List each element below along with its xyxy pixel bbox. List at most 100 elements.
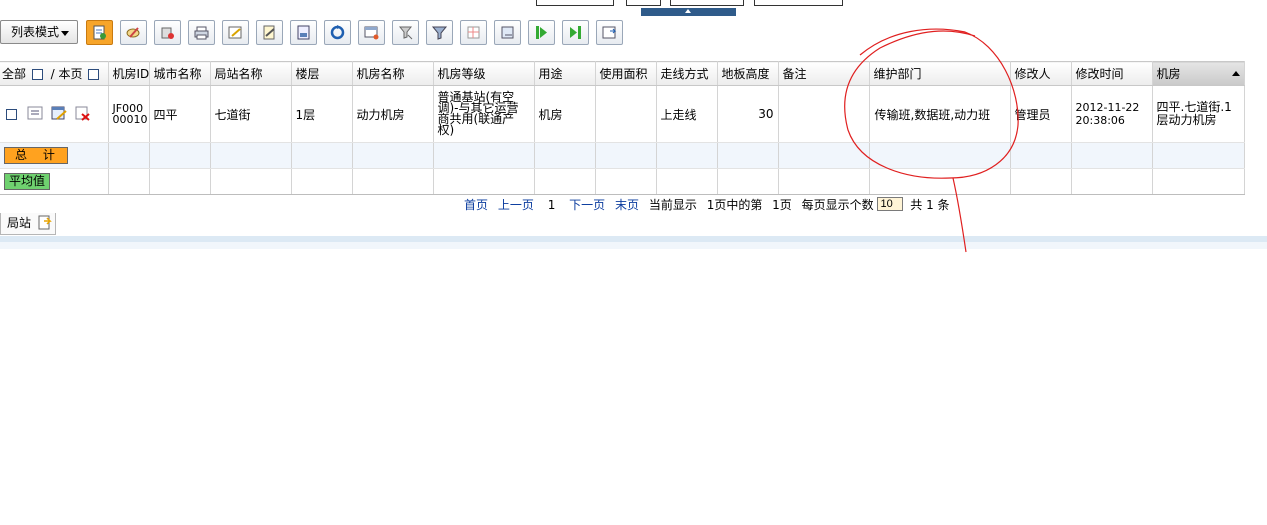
pager-next-link[interactable]: 下一页 [569, 198, 605, 212]
top-tab-3[interactable] [670, 0, 744, 6]
delete-button[interactable] [154, 20, 181, 45]
summary-cell [595, 142, 657, 169]
column-button[interactable] [460, 20, 487, 45]
delete-row-icon[interactable] [74, 105, 91, 124]
data-grid: 全部 / 本页 机房ID 城市名称 局站名称 楼层 机房名称 机房等级 用途 使… [0, 61, 1245, 195]
summary-cell [433, 142, 535, 169]
col-header-modified-time[interactable]: 修改时间 [1071, 61, 1153, 86]
import-button[interactable] [256, 20, 283, 45]
filter-button[interactable] [426, 20, 453, 45]
average-cell [291, 168, 353, 195]
toolbar: 列表模式 [0, 19, 640, 47]
delete-icon [161, 27, 174, 39]
select-all-checkbox[interactable] [31, 69, 43, 80]
summary-cell [108, 142, 150, 169]
import-icon [263, 25, 275, 40]
average-cell [869, 168, 1011, 195]
summary-cell [149, 142, 211, 169]
cell-modifier: 管理员 [1010, 85, 1072, 143]
next-button[interactable] [528, 20, 555, 45]
col-header-remark[interactable]: 备注 [778, 61, 870, 86]
col-header-station[interactable]: 局站名称 [210, 61, 292, 86]
cell-room: 四平.七道街.1层动力机房 [1152, 85, 1245, 143]
edit-button[interactable] [120, 20, 147, 45]
top-tab-1[interactable] [536, 0, 614, 6]
edit-icon [126, 27, 140, 38]
last-button[interactable] [562, 20, 589, 45]
col-header-floor[interactable]: 楼层 [291, 61, 353, 86]
col-header-usage[interactable]: 用途 [534, 61, 596, 86]
new-button[interactable] [86, 20, 113, 45]
filter-icon [431, 26, 448, 40]
col-header-room[interactable]: 机房 [1152, 61, 1245, 86]
pager: 首页 上一页 1 下一页 末页 当前显示 1页中的第 1页 每页显示个数 共 1… [464, 197, 956, 213]
average-cell [1152, 168, 1245, 195]
window-button[interactable] [358, 20, 385, 45]
col-header-room-label: 机房 [1156, 67, 1181, 81]
top-tab-2[interactable] [626, 0, 661, 6]
col-header-routing[interactable]: 走线方式 [656, 61, 718, 86]
cell-floor-height: 30 [717, 85, 779, 143]
edit-row-icon[interactable] [51, 105, 67, 124]
col-header-floor-height[interactable]: 地板高度 [717, 61, 779, 86]
view-mode-dropdown[interactable]: 列表模式 [0, 20, 78, 44]
header-row: 全部 / 本页 机房ID 城市名称 局站名称 楼层 机房名称 机房等级 用途 使… [0, 61, 1245, 86]
summary-cell [534, 142, 596, 169]
cell-station: 七道街 [210, 85, 292, 143]
col-header-level[interactable]: 机房等级 [433, 61, 535, 86]
cell-maintenance: 传输班,数据班,动力班 [869, 85, 1011, 143]
average-cell [149, 168, 211, 195]
average-label-cell: 平均值 [0, 168, 109, 195]
report-icon [297, 25, 310, 40]
refresh-button[interactable] [324, 20, 351, 45]
col-header-modifier[interactable]: 修改人 [1010, 61, 1072, 86]
tab-station[interactable]: 局站 [0, 213, 56, 235]
col-header-room-name[interactable]: 机房名称 [352, 61, 434, 86]
print-button[interactable] [188, 20, 215, 45]
export-page-icon [38, 215, 52, 230]
save-view-button[interactable] [494, 20, 521, 45]
average-cell [595, 168, 657, 195]
average-cell [433, 168, 535, 195]
table-row[interactable]: JF00000010 四平 七道街 1层 动力机房 普通基站(有空调)-与其它运… [0, 85, 1245, 143]
print-icon [194, 26, 209, 40]
pager-prev-link[interactable]: 上一页 [498, 198, 534, 212]
select-all-label: 全部 [2, 67, 27, 81]
col-header-maintenance[interactable]: 维护部门 [869, 61, 1011, 86]
select-page-checkbox[interactable] [88, 69, 100, 80]
cell-remark [778, 85, 870, 143]
tab-station-label: 局站 [7, 216, 32, 230]
collapse-handle[interactable] [641, 8, 736, 16]
average-cell [1071, 168, 1153, 195]
settings-button[interactable] [596, 20, 623, 45]
summary-row-total: 总 计 [0, 142, 1245, 169]
clear-filter-button[interactable] [392, 20, 419, 45]
view-mode-label: 列表模式 [11, 25, 60, 39]
cell-routing: 上走线 [656, 85, 718, 143]
row-actions-cell [0, 85, 109, 143]
col-header-room-id[interactable]: 机房ID [108, 61, 150, 86]
col-header-area[interactable]: 使用面积 [595, 61, 657, 86]
sort-asc-icon [1231, 71, 1240, 76]
top-tab-4[interactable] [754, 0, 843, 6]
per-page-input[interactable] [877, 197, 904, 211]
view-detail-icon[interactable] [27, 105, 43, 124]
next-icon [536, 26, 547, 39]
row-checkbox[interactable] [6, 108, 17, 120]
cell-usage: 机房 [534, 85, 596, 143]
average-cell [352, 168, 434, 195]
summary-cell [1071, 142, 1153, 169]
export-button[interactable] [222, 20, 249, 45]
summary-label-cell: 总 计 [0, 142, 109, 169]
select-header: 全部 / 本页 [0, 61, 109, 86]
pager-first-link[interactable]: 首页 [464, 198, 488, 212]
cell-room-name: 动力机房 [352, 85, 434, 143]
col-header-city[interactable]: 城市名称 [149, 61, 211, 86]
report-button[interactable] [290, 20, 317, 45]
average-cell [717, 168, 779, 195]
summary-cell [352, 142, 434, 169]
pager-last-link[interactable]: 末页 [615, 198, 639, 212]
total-badge: 总 计 [4, 147, 68, 164]
summary-cell [717, 142, 779, 169]
average-cell [534, 168, 596, 195]
